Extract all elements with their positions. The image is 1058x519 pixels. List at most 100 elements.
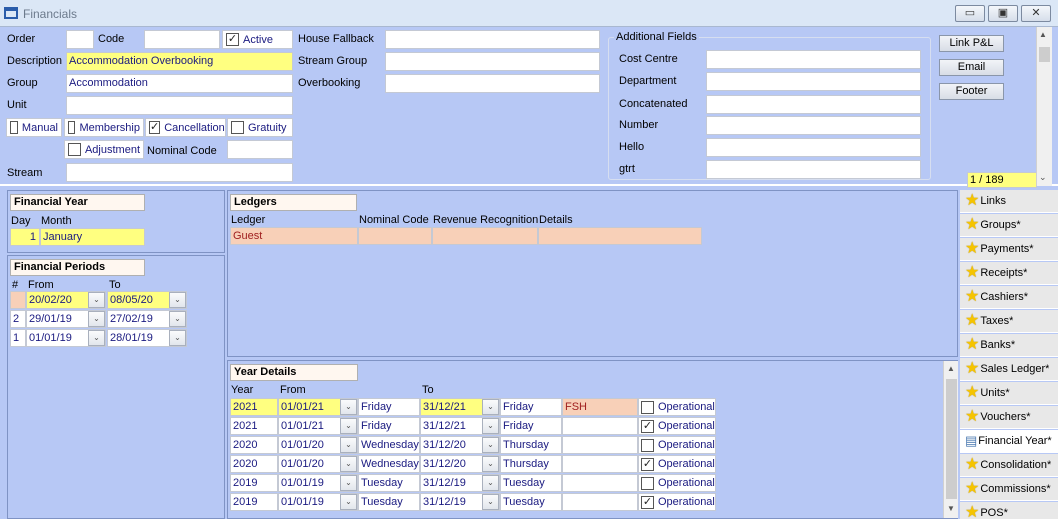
unit-field[interactable] bbox=[66, 96, 293, 115]
operational-checkbox[interactable]: ✓ Operational bbox=[638, 493, 716, 511]
house-fallback-field[interactable] bbox=[385, 30, 600, 49]
operational-checkbox[interactable]: Operational bbox=[638, 398, 716, 416]
chevron-down-icon[interactable]: ⌄ bbox=[169, 330, 186, 346]
additional-field-input[interactable] bbox=[706, 95, 921, 114]
order-field[interactable] bbox=[66, 30, 94, 49]
overbooking-field[interactable] bbox=[385, 74, 600, 93]
ledger-cell[interactable] bbox=[432, 227, 538, 245]
tab-taxes[interactable]: ★ Taxes* bbox=[960, 310, 1058, 333]
chevron-down-icon[interactable]: ⌄ bbox=[482, 475, 499, 491]
year-cell[interactable]: 2020 bbox=[230, 455, 278, 473]
chevron-down-icon[interactable]: ⌄ bbox=[340, 399, 357, 415]
tab-receipts[interactable]: ★ Receipts* bbox=[960, 262, 1058, 285]
additional-field-input[interactable] bbox=[706, 160, 921, 179]
gratuity-checkbox[interactable]: Gratuity bbox=[227, 118, 293, 137]
scroll-up-icon[interactable]: ▲ bbox=[1039, 30, 1047, 39]
chevron-down-icon[interactable]: ⌄ bbox=[340, 494, 357, 510]
operational-check-icon: ✓ bbox=[641, 457, 654, 471]
year-cell[interactable]: 2020 bbox=[230, 436, 278, 454]
year-to-day: Friday bbox=[500, 398, 562, 416]
tab-groups[interactable]: ★ Groups* bbox=[960, 214, 1058, 237]
tab-sales-ledger[interactable]: ★ Sales Ledger* bbox=[960, 358, 1058, 381]
chevron-down-icon[interactable]: ⌄ bbox=[482, 437, 499, 453]
year-code-cell[interactable] bbox=[562, 455, 638, 473]
code-label: Code bbox=[98, 33, 125, 45]
year-cell[interactable]: 2019 bbox=[230, 493, 278, 511]
chevron-down-icon[interactable]: ⌄ bbox=[340, 418, 357, 434]
chevron-down-icon[interactable]: ⌄ bbox=[482, 418, 499, 434]
ledger-column-header: Ledger bbox=[231, 214, 266, 226]
chevron-down-icon[interactable]: ⌄ bbox=[88, 311, 105, 327]
period-row-number: 1 bbox=[10, 329, 26, 347]
cancellation-checkbox[interactable]: ✓ Cancellation bbox=[145, 118, 226, 137]
tab-vouchers[interactable]: ★ Vouchers* bbox=[960, 406, 1058, 429]
tab-links[interactable]: ★ Links bbox=[960, 190, 1058, 213]
year-code-cell[interactable]: FSH bbox=[562, 398, 638, 416]
email-button[interactable]: Email bbox=[939, 59, 1004, 76]
stream-field[interactable] bbox=[66, 163, 293, 182]
tab-payments[interactable]: ★ Payments* bbox=[960, 238, 1058, 261]
stream-group-field[interactable] bbox=[385, 52, 600, 71]
tab-units[interactable]: ★ Units* bbox=[960, 382, 1058, 405]
year-code-cell[interactable] bbox=[562, 474, 638, 492]
operational-checkbox[interactable]: Operational bbox=[638, 436, 716, 454]
nominal-code-field[interactable] bbox=[227, 140, 293, 159]
active-checkbox[interactable]: ✓ Active bbox=[222, 30, 293, 49]
year-scroll-up-icon[interactable]: ▲ bbox=[947, 364, 955, 373]
additional-field-input[interactable] bbox=[706, 138, 921, 157]
year-cell[interactable]: 2021 bbox=[230, 398, 278, 416]
chevron-down-icon[interactable]: ⌄ bbox=[482, 494, 499, 510]
chevron-down-icon[interactable]: ⌄ bbox=[340, 475, 357, 491]
chevron-down-icon[interactable]: ⌄ bbox=[169, 292, 186, 308]
tab-consolidation[interactable]: ★ Consolidation* bbox=[960, 454, 1058, 477]
adjustment-label: Adjustment bbox=[84, 143, 140, 156]
form-scrollbar[interactable]: ▲ ⌄ bbox=[1036, 27, 1052, 186]
group-field[interactable]: Accommodation bbox=[66, 74, 293, 93]
tab-label: Taxes* bbox=[980, 315, 1014, 327]
additional-field-input[interactable] bbox=[706, 72, 921, 91]
manual-checkbox[interactable]: Manual bbox=[6, 118, 62, 137]
chevron-down-icon[interactable]: ⌄ bbox=[340, 437, 357, 453]
tab-financial-year[interactable]: ▤ Financial Year* bbox=[960, 430, 1058, 453]
close-button[interactable]: ✕ bbox=[1021, 5, 1051, 22]
year-code-cell[interactable] bbox=[562, 493, 638, 511]
year-scroll-down-icon[interactable]: ▼ bbox=[947, 504, 955, 513]
tab-pos[interactable]: ★ POS* bbox=[960, 502, 1058, 519]
ledger-cell[interactable] bbox=[538, 227, 702, 245]
year-code-cell[interactable] bbox=[562, 417, 638, 435]
day-field[interactable]: 1 bbox=[10, 228, 40, 246]
membership-checkbox[interactable]: Membership bbox=[64, 118, 144, 137]
description-field[interactable]: Accommodation Overbooking bbox=[66, 52, 293, 71]
tab-commissions[interactable]: ★ Commissions* bbox=[960, 478, 1058, 501]
minimize-button[interactable]: ▭ bbox=[955, 5, 985, 22]
ledger-cell[interactable]: Guest bbox=[230, 227, 358, 245]
chevron-down-icon[interactable]: ⌄ bbox=[340, 456, 357, 472]
additional-field-input[interactable] bbox=[706, 116, 921, 135]
link-pl-button[interactable]: Link P&L bbox=[939, 35, 1004, 52]
scroll-down-icon[interactable]: ⌄ bbox=[1039, 172, 1047, 183]
maximize-button[interactable]: ▣ bbox=[988, 5, 1018, 22]
tab-label: Banks* bbox=[980, 339, 1016, 351]
month-field[interactable]: January bbox=[40, 228, 145, 246]
year-details-scrollbar[interactable]: ▲ ▼ bbox=[943, 361, 958, 518]
year-cell[interactable]: 2019 bbox=[230, 474, 278, 492]
code-field[interactable] bbox=[144, 30, 220, 49]
chevron-down-icon[interactable]: ⌄ bbox=[169, 311, 186, 327]
operational-checkbox[interactable]: Operational bbox=[638, 474, 716, 492]
year-scroll-thumb[interactable] bbox=[946, 379, 957, 499]
year-cell[interactable]: 2021 bbox=[230, 417, 278, 435]
chevron-down-icon[interactable]: ⌄ bbox=[88, 330, 105, 346]
operational-checkbox[interactable]: ✓ Operational bbox=[638, 417, 716, 435]
operational-checkbox[interactable]: ✓ Operational bbox=[638, 455, 716, 473]
chevron-down-icon[interactable]: ⌄ bbox=[482, 399, 499, 415]
ledger-cell[interactable] bbox=[358, 227, 432, 245]
year-code-cell[interactable] bbox=[562, 436, 638, 454]
adjustment-checkbox[interactable]: Adjustment bbox=[64, 140, 144, 159]
footer-button[interactable]: Footer bbox=[939, 83, 1004, 100]
tab-cashiers[interactable]: ★ Cashiers* bbox=[960, 286, 1058, 309]
scroll-thumb[interactable] bbox=[1039, 47, 1050, 62]
tab-banks[interactable]: ★ Banks* bbox=[960, 334, 1058, 357]
chevron-down-icon[interactable]: ⌄ bbox=[88, 292, 105, 308]
additional-field-input[interactable] bbox=[706, 50, 921, 69]
chevron-down-icon[interactable]: ⌄ bbox=[482, 456, 499, 472]
